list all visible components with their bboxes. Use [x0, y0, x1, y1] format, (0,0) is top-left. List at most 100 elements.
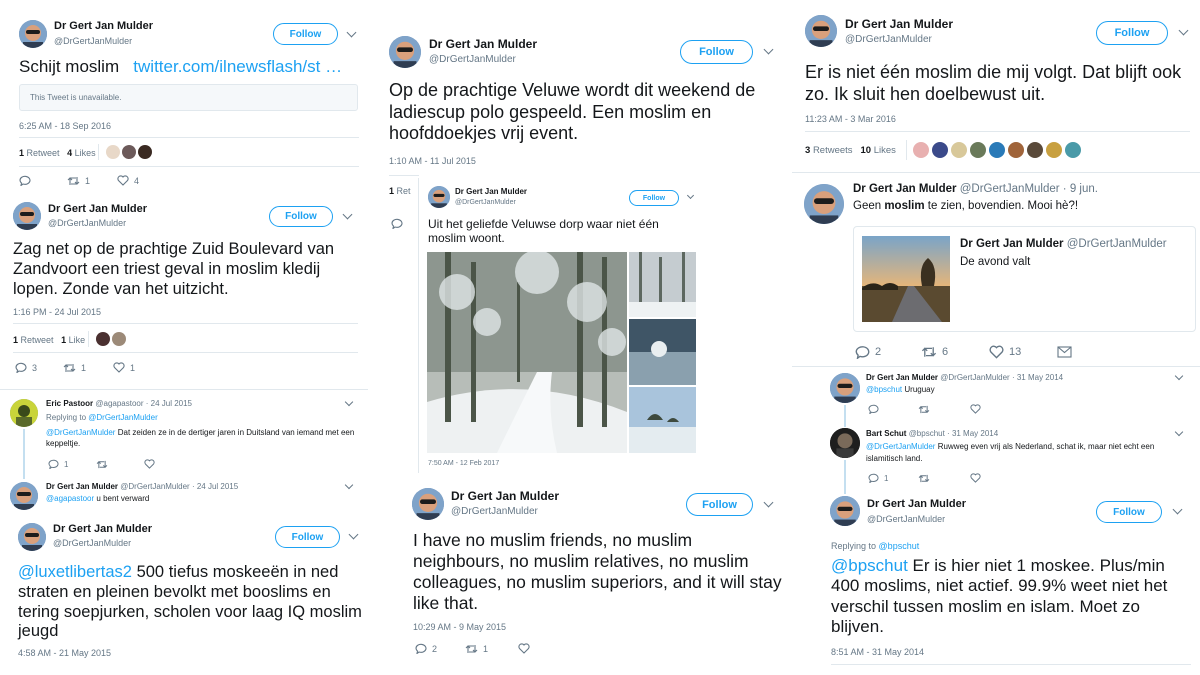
- author-name[interactable]: Dr Gert Jan Mulder: [48, 203, 147, 215]
- like-button[interactable]: 13: [989, 345, 1057, 359]
- reply-button[interactable]: 2: [415, 643, 465, 654]
- chevron-down-icon[interactable]: [763, 44, 774, 55]
- mention-link[interactable]: @DrGertJanMulder: [46, 428, 115, 437]
- chevron-down-icon[interactable]: [1178, 25, 1189, 36]
- chevron-down-icon[interactable]: [1172, 504, 1183, 515]
- retweet-label[interactable]: Ret: [397, 186, 411, 196]
- author-handle[interactable]: @DrGertJanMulder: [48, 218, 126, 228]
- author-name[interactable]: Dr Gert Jan Mulder: [451, 489, 559, 503]
- avatar[interactable]: [989, 142, 1005, 158]
- like-button[interactable]: [970, 404, 981, 414]
- follow-button[interactable]: Follow: [680, 40, 753, 64]
- tweet-timestamp[interactable]: 8:51 AM - 31 May 2014: [831, 647, 924, 657]
- like-label[interactable]: Likes: [874, 145, 896, 156]
- avatar[interactable]: [112, 332, 126, 346]
- retweet-label[interactable]: Retweet: [21, 335, 54, 345]
- avatar[interactable]: [830, 496, 860, 526]
- avatar[interactable]: [10, 482, 38, 510]
- retweet-button[interactable]: 1: [63, 363, 113, 373]
- chevron-down-icon[interactable]: [346, 27, 357, 38]
- avatar[interactable]: [1046, 142, 1062, 158]
- tweet-photo-grid[interactable]: [427, 250, 696, 453]
- reply-author-handle[interactable]: @DrGertJanMulder · 31 May 2014: [940, 373, 1063, 382]
- retweet-label[interactable]: Retweets: [813, 145, 853, 156]
- retweet-button[interactable]: [918, 405, 970, 414]
- like-label[interactable]: Like: [69, 335, 86, 345]
- author-handle[interactable]: @DrGertJanMulder · 9 jun.: [960, 183, 1098, 195]
- quoted-author-name[interactable]: Dr Gert Jan Mulder: [960, 238, 1064, 250]
- mention-link[interactable]: @luxetlibertas2: [18, 563, 132, 581]
- author-name[interactable]: Dr Gert Jan Mulder: [54, 20, 153, 32]
- follow-button[interactable]: Follow: [686, 493, 753, 516]
- avatar[interactable]: [412, 488, 444, 520]
- author-name[interactable]: Dr Gert Jan Mulder: [845, 17, 953, 31]
- chevron-down-icon[interactable]: [344, 397, 354, 407]
- reply-author-handle[interactable]: @DrGertJanMulder · 24 Jul 2015: [120, 482, 238, 491]
- reply-button[interactable]: [868, 404, 918, 414]
- mention-link[interactable]: @bpschut: [831, 556, 908, 575]
- tweet-timestamp[interactable]: 10:29 AM - 9 May 2015: [413, 622, 506, 632]
- chevron-down-icon[interactable]: [342, 209, 353, 220]
- reply-author-name[interactable]: Bart Schut: [866, 429, 906, 438]
- avatar[interactable]: [96, 332, 110, 346]
- chevron-down-icon[interactable]: [348, 529, 359, 540]
- reply-button[interactable]: [19, 175, 67, 186]
- author-name[interactable]: Dr Gert Jan Mulder: [853, 183, 957, 195]
- retweet-label[interactable]: Retweet: [27, 148, 60, 158]
- retweet-button[interactable]: 1: [465, 644, 518, 654]
- quoted-author-handle[interactable]: @DrGertJanMulder: [1067, 238, 1167, 250]
- follow-button[interactable]: Follow: [273, 23, 338, 45]
- author-handle[interactable]: @DrGertJanMulder: [867, 514, 945, 524]
- avatar[interactable]: [804, 184, 844, 224]
- avatar[interactable]: [830, 373, 860, 403]
- author-name[interactable]: Dr Gert Jan Mulder: [455, 187, 527, 196]
- avatar[interactable]: [1008, 142, 1024, 158]
- follow-button[interactable]: Follow: [1096, 21, 1168, 45]
- avatar[interactable]: [19, 20, 47, 48]
- tweet-timestamp[interactable]: 6:25 AM - 18 Sep 2016: [19, 121, 111, 131]
- author-handle[interactable]: @DrGertJanMulder: [54, 36, 132, 46]
- author-handle[interactable]: @DrGertJanMulder: [429, 54, 516, 65]
- mention-link[interactable]: @agapastoor: [46, 494, 94, 503]
- reply-author-handle[interactable]: @agapastoor · 24 Jul 2015: [95, 399, 192, 408]
- like-button[interactable]: [144, 459, 155, 469]
- reply-button[interactable]: 1: [48, 459, 96, 469]
- mention-link[interactable]: @bpschut: [866, 385, 902, 394]
- mention-link[interactable]: @DrGertJanMulder: [866, 442, 935, 451]
- avatar[interactable]: [122, 145, 136, 159]
- replying-to-link[interactable]: @DrGertJanMulder: [88, 413, 157, 422]
- follow-button[interactable]: Follow: [1096, 501, 1162, 523]
- reply-icon[interactable]: [391, 218, 403, 229]
- avatar[interactable]: [138, 145, 152, 159]
- reply-button[interactable]: 3: [15, 362, 63, 373]
- author-name[interactable]: Dr Gert Jan Mulder: [429, 37, 537, 51]
- reply-button[interactable]: 2: [855, 345, 921, 359]
- quoted-tweet-photo[interactable]: [862, 236, 950, 322]
- tweet-timestamp[interactable]: 11:23 AM - 3 Mar 2016: [805, 114, 896, 124]
- reply-button[interactable]: 1: [868, 473, 918, 483]
- retweet-button[interactable]: [96, 460, 144, 469]
- avatar[interactable]: [805, 15, 837, 47]
- avatar[interactable]: [10, 399, 38, 427]
- avatar[interactable]: [951, 142, 967, 158]
- avatar[interactable]: [428, 186, 450, 208]
- author-handle[interactable]: @DrGertJanMulder: [455, 199, 516, 206]
- follow-button[interactable]: Follow: [275, 526, 340, 548]
- avatar[interactable]: [13, 202, 41, 230]
- avatar[interactable]: [1027, 142, 1043, 158]
- author-handle[interactable]: @DrGertJanMulder: [845, 34, 932, 45]
- replying-to-link[interactable]: @bpschut: [879, 541, 920, 551]
- chevron-down-icon[interactable]: [1174, 427, 1184, 437]
- chevron-down-icon[interactable]: [344, 480, 354, 490]
- reply-author-name[interactable]: Dr Gert Jan Mulder: [46, 482, 118, 491]
- author-name[interactable]: Dr Gert Jan Mulder: [53, 523, 152, 535]
- like-button[interactable]: [518, 643, 530, 654]
- retweet-button[interactable]: 1: [67, 176, 117, 186]
- avatar[interactable]: [18, 523, 46, 551]
- tweet-timestamp[interactable]: 1:10 AM - 11 Jul 2015: [389, 156, 476, 166]
- quote-timestamp[interactable]: 7:50 AM - 12 Feb 2017: [428, 460, 499, 467]
- direct-message-button[interactable]: [1057, 346, 1072, 358]
- chevron-down-icon[interactable]: [1174, 371, 1184, 381]
- author-name[interactable]: Dr Gert Jan Mulder: [867, 498, 966, 510]
- follow-button[interactable]: Follow: [269, 206, 333, 227]
